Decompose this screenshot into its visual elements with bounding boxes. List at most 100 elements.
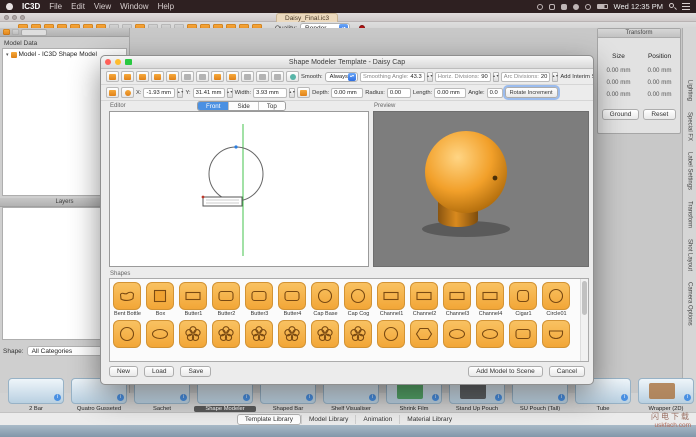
stepper-icon[interactable]: ▲▼	[552, 72, 558, 82]
notification-center-icon[interactable]	[682, 3, 690, 10]
shape-tile[interactable]	[311, 320, 340, 348]
panel-icon-2[interactable]	[12, 29, 19, 35]
view-tab-top[interactable]: Top	[258, 102, 285, 110]
menubar-clock[interactable]: Wed 12:35 PM	[614, 2, 663, 11]
angle-field[interactable]: 0.0	[487, 88, 503, 98]
stepper-icon[interactable]: ▲▼	[289, 88, 295, 98]
panel-tab-chip[interactable]	[21, 29, 47, 36]
redo-icon[interactable]	[196, 71, 209, 82]
spotlight-search-icon[interactable]	[669, 3, 676, 10]
side-tab-shot-layout[interactable]: Shot Layout	[687, 239, 693, 271]
info-icon[interactable]: i	[369, 394, 376, 401]
library-tab-model-library[interactable]: Model Library	[301, 415, 355, 424]
horiz-divisions-field[interactable]: Horiz. Divisions: 90	[435, 72, 491, 82]
shape-tile[interactable]	[212, 320, 241, 348]
fit-view-icon[interactable]	[166, 71, 179, 82]
status-icon-3[interactable]	[561, 4, 567, 10]
edit-pencil-icon[interactable]	[297, 87, 310, 98]
side-tab-label-settings[interactable]: Label Settings	[687, 152, 693, 190]
draw-line-icon[interactable]	[241, 71, 254, 82]
pan-hand-icon[interactable]	[151, 71, 164, 82]
shape-tile[interactable]	[146, 320, 175, 348]
ground-button[interactable]: Ground	[602, 109, 640, 120]
shape-tile[interactable]	[377, 320, 406, 348]
stepper-icon[interactable]: ▲▼	[427, 72, 433, 82]
shape-tile-butter1[interactable]: Butter1	[179, 282, 208, 317]
add-shape-icon[interactable]	[211, 71, 224, 82]
shape-tile[interactable]	[245, 320, 274, 348]
shape-tile[interactable]	[509, 320, 538, 348]
info-icon[interactable]: i	[558, 394, 565, 401]
window-controls[interactable]	[4, 15, 25, 20]
shape-tile[interactable]	[179, 320, 208, 348]
info-icon[interactable]: i	[495, 394, 502, 401]
apple-icon[interactable]	[6, 3, 13, 10]
draw-curve-icon[interactable]	[256, 71, 269, 82]
panel-icon-1[interactable]	[3, 29, 10, 35]
menu-item-edit[interactable]: Edit	[71, 2, 85, 11]
preview-pane[interactable]	[373, 111, 589, 267]
shape-tile[interactable]	[410, 320, 439, 348]
save-button[interactable]: Save	[180, 366, 211, 377]
side-tab-lighting[interactable]: Lighting	[687, 80, 693, 101]
shape-tile[interactable]	[443, 320, 472, 348]
info-icon[interactable]: i	[180, 394, 187, 401]
x-field[interactable]: -1.93 mm	[143, 88, 175, 98]
zoom-out-icon[interactable]	[136, 71, 149, 82]
radius-field[interactable]: 0.00	[387, 88, 411, 98]
shape-tile-cap-base[interactable]: Cap Base	[311, 282, 340, 317]
side-tab-camera-options[interactable]: Camera Options	[687, 282, 693, 326]
cancel-button[interactable]: Cancel	[549, 366, 585, 377]
menu-item-help[interactable]: Help	[158, 2, 174, 11]
shape-tile-channel3[interactable]: Channel3	[443, 282, 472, 317]
rotate-increment-button[interactable]: Rotate Increment	[505, 87, 558, 98]
add-model-to-scene-button[interactable]: Add Model to Scene	[468, 366, 543, 377]
menu-item-window[interactable]: Window	[120, 2, 148, 11]
shape-tile-channel2[interactable]: Channel2	[410, 282, 439, 317]
shape-tile[interactable]	[278, 320, 307, 348]
new-button[interactable]: New	[109, 366, 138, 377]
info-icon[interactable]: i	[621, 394, 628, 401]
shape-tile-cigar1[interactable]: Cigar1	[509, 282, 538, 317]
reset-button[interactable]: Reset	[643, 109, 676, 120]
info-icon[interactable]: i	[432, 394, 439, 401]
editor-pane[interactable]	[109, 111, 369, 267]
stepper-icon[interactable]: ▲▼	[177, 88, 183, 98]
shape-tile-channel4[interactable]: Channel4	[476, 282, 505, 317]
snap-point-icon[interactable]	[286, 71, 299, 82]
shape-tile[interactable]	[344, 320, 373, 348]
status-icon-1[interactable]	[537, 4, 543, 10]
shape-swatch-icon[interactable]	[106, 87, 119, 98]
view-tab-front[interactable]: Front	[198, 102, 228, 110]
disclosure-triangle-icon[interactable]: ▾	[6, 52, 9, 58]
view-tab-side[interactable]: Side	[228, 102, 257, 110]
info-icon[interactable]: i	[54, 394, 61, 401]
info-icon[interactable]: i	[243, 394, 250, 401]
draw-bezier-icon[interactable]	[271, 71, 284, 82]
menu-item-view[interactable]: View	[94, 2, 111, 11]
shape-tile-butter4[interactable]: Butter4	[278, 282, 307, 317]
wifi-icon[interactable]	[585, 4, 591, 10]
library-tab-animation[interactable]: Animation	[355, 415, 399, 424]
side-tab-special-fx[interactable]: Special FX	[687, 112, 693, 141]
menu-item-file[interactable]: File	[49, 2, 62, 11]
stepper-icon[interactable]: ▲▼	[227, 88, 233, 98]
info-icon[interactable]: i	[306, 394, 313, 401]
shapes-scrollbar[interactable]	[580, 279, 588, 361]
y-field[interactable]: 31.41 mm	[193, 88, 225, 98]
status-icon-2[interactable]	[549, 4, 555, 10]
template-tile-wrapper-2d-[interactable]: i	[638, 378, 694, 404]
shape-tile-box[interactable]: Box	[146, 282, 175, 317]
width-field[interactable]: 3.93 mm	[253, 88, 287, 98]
undo-icon[interactable]	[181, 71, 194, 82]
shape-tile[interactable]	[542, 320, 571, 348]
smooth-select[interactable]: Always ▴▾	[325, 72, 358, 82]
template-tile-2-bar[interactable]: i	[8, 378, 64, 404]
menu-item-ic3d[interactable]: IC3D	[22, 2, 40, 11]
side-tab-transform[interactable]: Transform	[687, 201, 693, 228]
shape-tile-butter2[interactable]: Butter2	[212, 282, 241, 317]
length-field[interactable]: 0.00 mm	[434, 88, 466, 98]
library-tab-material-library[interactable]: Material Library	[399, 415, 459, 424]
marker-icon[interactable]	[226, 71, 239, 82]
shape-tile-butter3[interactable]: Butter3	[245, 282, 274, 317]
